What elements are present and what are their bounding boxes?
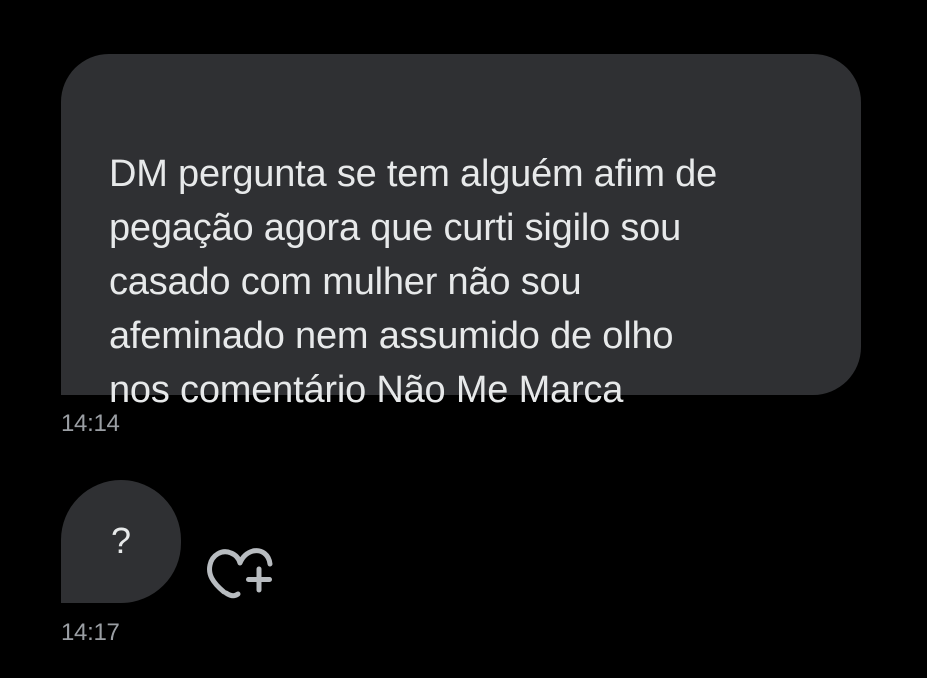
- message-timestamp: 14:17: [61, 619, 120, 646]
- message-text: DM pergunta se tem alguém afim de pegaçã…: [109, 153, 718, 411]
- message-bubble[interactable]: DM pergunta se tem alguém afim de pegaçã…: [61, 54, 861, 411]
- message-bubble[interactable]: ?: [61, 480, 181, 603]
- heart-plus-icon: [207, 548, 273, 599]
- message-text: ?: [110, 519, 132, 561]
- add-reaction-button[interactable]: [204, 538, 276, 600]
- message-thread: DM pergunta se tem alguém afim de pegaçã…: [0, 0, 927, 678]
- message-timestamp: 14:14: [61, 410, 120, 437]
